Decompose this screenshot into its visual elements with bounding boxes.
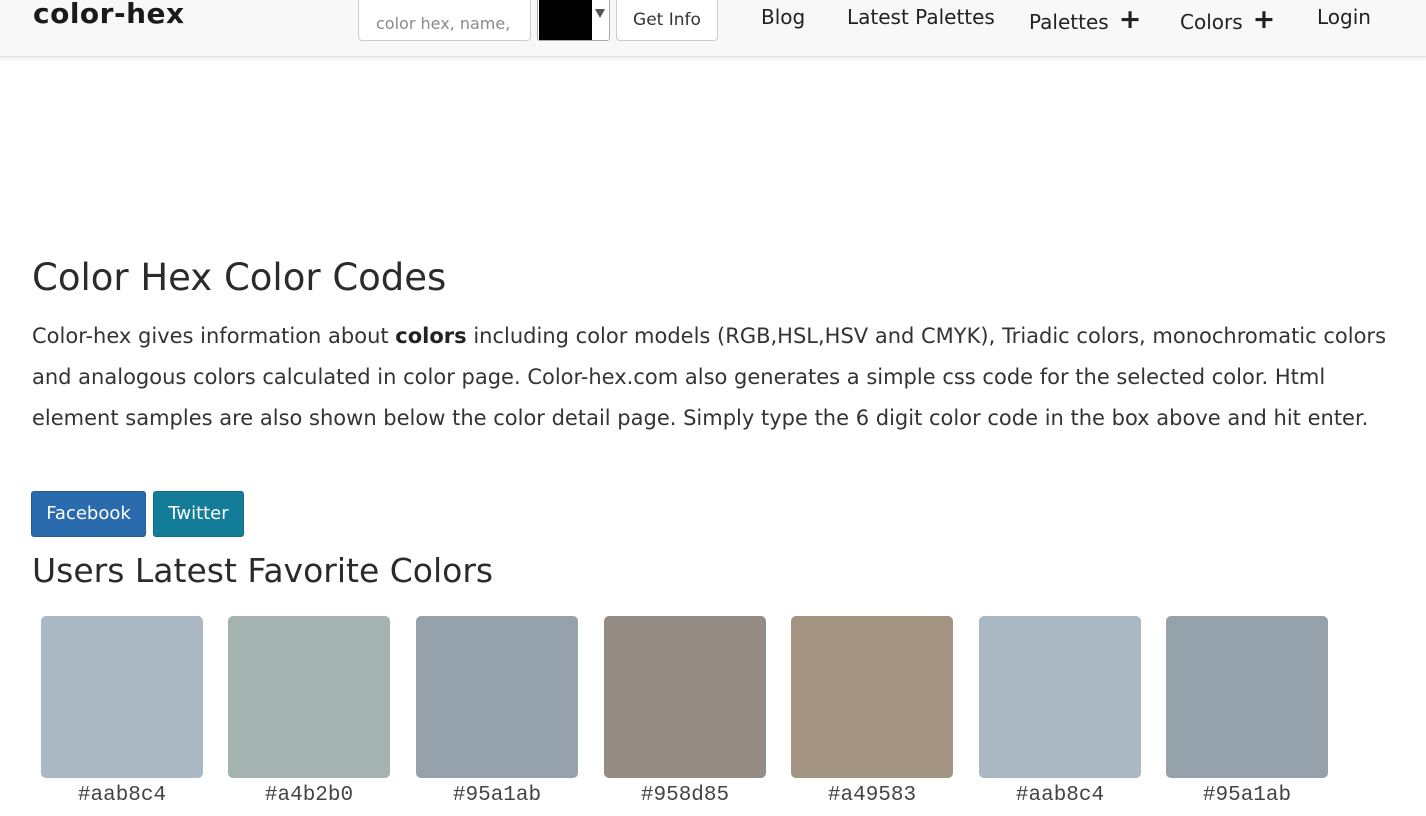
intro-paragraph: Color-hex gives information about colors… <box>32 316 1404 439</box>
favorite-color-hex[interactable]: #a49583 <box>791 784 953 807</box>
twitter-share-button[interactable]: Twitter <box>153 491 244 537</box>
nav-colors-label: Colors <box>1180 10 1243 34</box>
favorite-color-card[interactable]: #aab8c4 <box>979 616 1141 816</box>
get-info-button[interactable]: Get Info <box>616 0 718 41</box>
favorite-color-swatch[interactable] <box>1166 616 1328 778</box>
color-picker-select[interactable] <box>537 0 610 41</box>
favorite-color-card[interactable]: #95a1ab <box>416 616 578 816</box>
favorite-color-card[interactable]: #95a1ab <box>1166 616 1328 816</box>
nav-latest-palettes[interactable]: Latest Palettes <box>847 5 995 29</box>
nav-colors[interactable]: Colors + <box>1180 4 1276 36</box>
favorite-color-swatch[interactable] <box>791 616 953 778</box>
nav-palettes-label: Palettes <box>1029 10 1109 34</box>
favorite-color-hex[interactable]: #95a1ab <box>416 784 578 807</box>
favorite-color-hex[interactable]: #958d85 <box>604 784 766 807</box>
favorite-color-hex[interactable]: #aab8c4 <box>979 784 1141 807</box>
favorite-color-hex[interactable]: #aab8c4 <box>41 784 203 807</box>
favorite-color-swatch[interactable] <box>228 616 390 778</box>
dropdown-arrow-icon <box>595 9 605 18</box>
intro-text-start: Color-hex gives information about <box>32 324 396 348</box>
favorite-color-card[interactable]: #aab8c4 <box>41 616 203 816</box>
nav-palettes[interactable]: Palettes + <box>1029 4 1142 36</box>
favorite-color-swatch[interactable] <box>416 616 578 778</box>
facebook-share-button[interactable]: Facebook <box>31 491 146 537</box>
favorite-color-hex[interactable]: #a4b2b0 <box>228 784 390 807</box>
intro-colors-link[interactable]: colors <box>395 324 466 348</box>
top-navbar: color-hex Get Info Blog Latest Palettes … <box>0 0 1426 57</box>
favorite-color-hex[interactable]: #95a1ab <box>1166 784 1328 807</box>
favorite-color-swatch[interactable] <box>979 616 1141 778</box>
favorite-color-swatch[interactable] <box>604 616 766 778</box>
page-title: Color Hex Color Codes <box>32 256 447 299</box>
color-picker-swatch <box>539 0 592 40</box>
color-search-input[interactable] <box>358 0 531 41</box>
favorite-color-card[interactable]: #958d85 <box>604 616 766 816</box>
favorite-color-card[interactable]: #a49583 <box>791 616 953 816</box>
favorite-color-swatch[interactable] <box>41 616 203 778</box>
site-logo[interactable]: color-hex <box>33 0 185 30</box>
favorite-color-card[interactable]: #a4b2b0 <box>228 616 390 816</box>
favorites-title: Users Latest Favorite Colors <box>32 551 494 590</box>
nav-blog[interactable]: Blog <box>761 5 805 29</box>
nav-login[interactable]: Login <box>1317 5 1371 29</box>
plus-icon: + <box>1118 4 1142 35</box>
plus-icon: + <box>1252 4 1276 35</box>
